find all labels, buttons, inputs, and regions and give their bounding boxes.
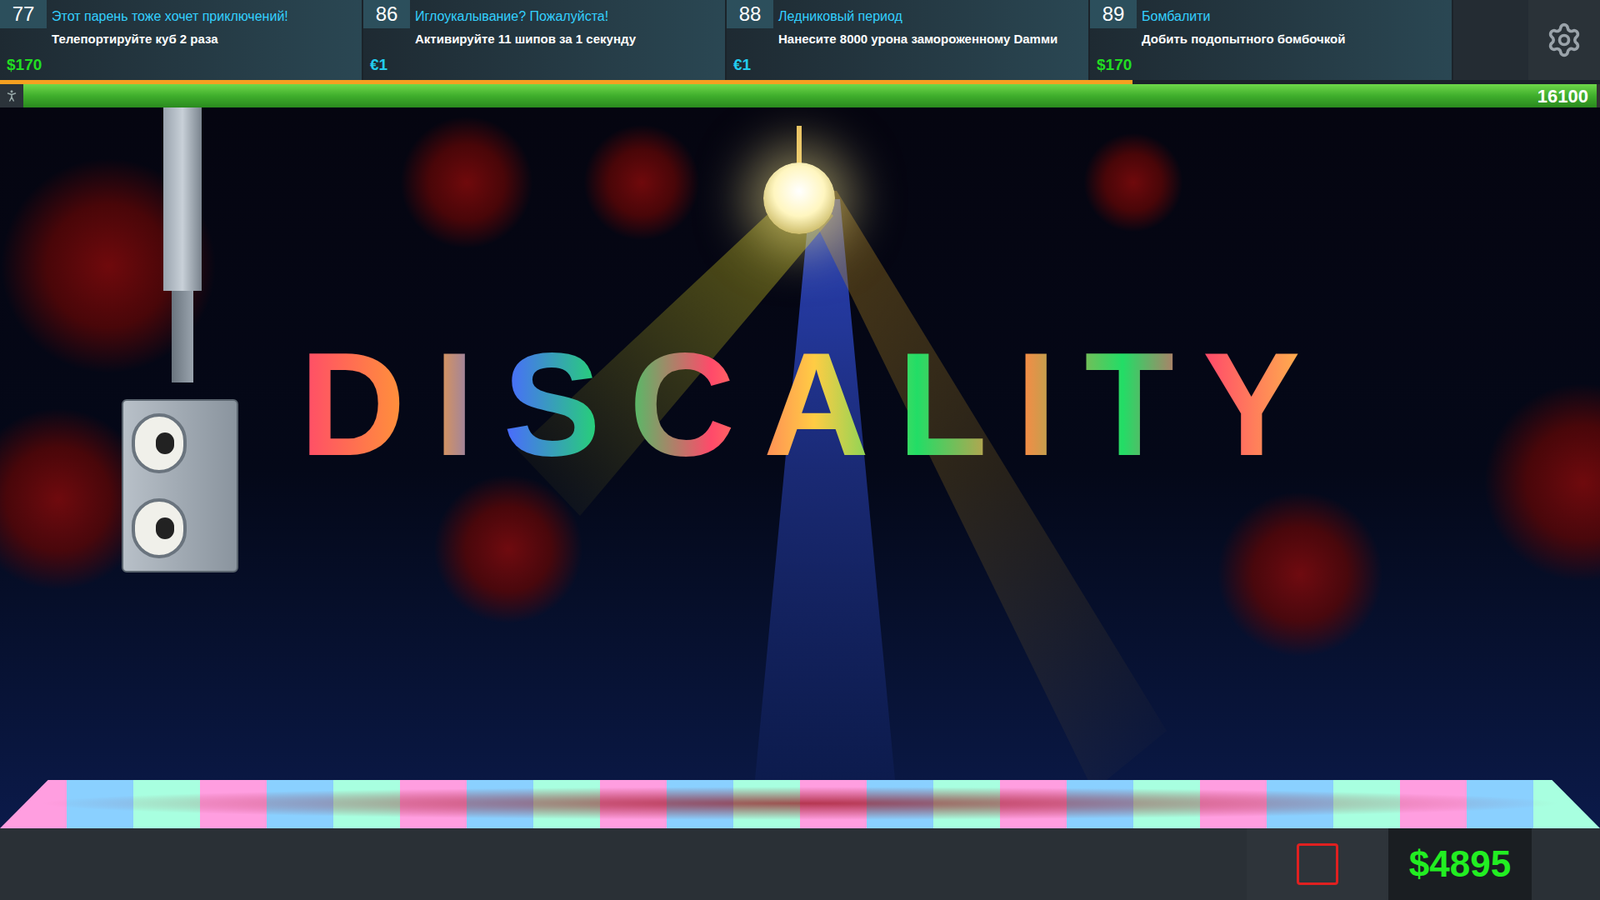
challenge-number: 77 — [0, 0, 47, 29]
blood-splat — [1083, 132, 1184, 233]
money-display: $4895 — [1388, 828, 1532, 900]
blood-splat — [1216, 490, 1384, 658]
challenge-card[interactable]: 86 €1 Иглоукалывание? Пожалуйста! Активируй… — [363, 0, 725, 80]
game-scene[interactable]: DISCALITY — [0, 107, 1600, 829]
speaker-pole — [171, 290, 194, 383]
bottom-bar: $4895 — [0, 828, 1600, 900]
health-bar: 16100 — [23, 84, 1600, 108]
challenge-title: Ледниковый период — [778, 6, 1058, 27]
settings-button[interactable] — [1528, 0, 1600, 80]
blood-floor — [33, 786, 1567, 820]
challenge-card[interactable]: 77 $170 Этот парень тоже хочет приключений… — [0, 0, 362, 80]
speaker[interactable] — [121, 399, 239, 573]
blood-splat — [433, 474, 584, 625]
person-icon — [4, 88, 20, 104]
disco-title: DISCALITY — [218, 330, 1410, 478]
stop-icon — [1296, 843, 1339, 885]
game-screen: 77 $170 Этот парень тоже хочет приключений… — [0, 0, 1600, 900]
speaker-eye — [131, 413, 187, 474]
challenge-title: Этот парень тоже хочет приключений! — [51, 6, 289, 27]
challenge-card[interactable]: 89 $170 Бомбалити Добить подопытного бомбоч… — [1090, 0, 1452, 80]
health-row: 16100 — [0, 84, 1600, 108]
challenge-card[interactable]: 88 €1 Ледниковый период Нанесите 8000 урона… — [726, 0, 1089, 80]
challenge-description: Добить подопытного бомбочкой — [1141, 30, 1345, 50]
challenge-reward: €1 — [726, 53, 774, 78]
disco-ball[interactable] — [763, 162, 835, 235]
challenge-title: Бомбалити — [1141, 6, 1345, 27]
speaker-eye — [131, 498, 187, 559]
challenge-reward: $170 — [0, 53, 47, 78]
blood-splat — [400, 115, 534, 250]
challenge-number: 89 — [1090, 0, 1137, 29]
challenge-reward: €1 — [363, 53, 410, 78]
challenge-description: Активируйте 11 шипов за 1 секунду — [415, 30, 636, 50]
challenge-number: 86 — [363, 0, 410, 29]
gear-icon — [1545, 21, 1583, 59]
challenge-title: Иглоукалывание? Пожалуйста! — [415, 6, 636, 27]
challenge-description: Нанесите 8000 урона замороженному Damми — [778, 30, 1058, 50]
challenge-number: 88 — [726, 0, 774, 29]
speaker-pole — [163, 107, 202, 291]
challenge-panel: 77 $170 Этот парень тоже хочет приключений… — [0, 0, 1600, 85]
challenge-reward: $170 — [1090, 53, 1137, 78]
blood-splat — [583, 124, 700, 241]
blood-splat — [1483, 382, 1600, 583]
disco-ball-string — [796, 125, 802, 168]
health-reading: 16100 — [1537, 84, 1589, 108]
challenge-description: Телепортируйте куб 2 раза — [51, 30, 289, 50]
stop-button[interactable] — [1246, 828, 1389, 900]
